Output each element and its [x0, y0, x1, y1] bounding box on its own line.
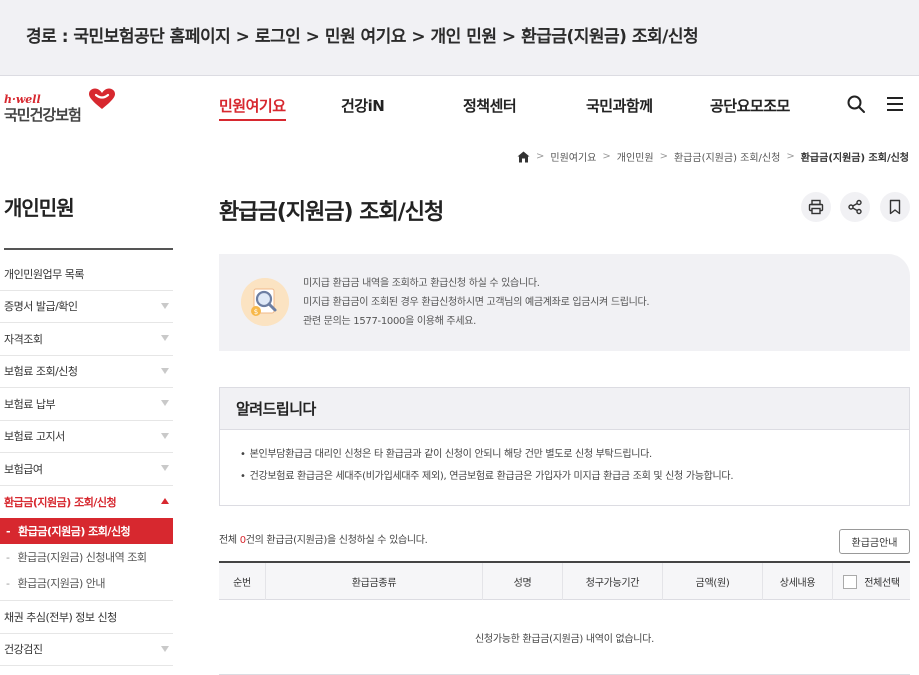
share-icon	[848, 199, 862, 215]
chevron-down-icon	[161, 335, 169, 341]
logo-name: 국민건강보험	[4, 106, 82, 124]
refund-guide-button[interactable]: 환급금안내	[839, 529, 910, 554]
breadcrumb-current: 환급금(지원금) 조회/신청	[800, 153, 909, 164]
info-line: 미지급 환급금이 조회된 경우 환급신청하시면 고객님의 예금계좌로 입금시켜 …	[303, 297, 650, 308]
breadcrumb-separator: >	[535, 151, 545, 162]
print-icon	[808, 199, 824, 215]
table-empty-message: 신청가능한 환급금(지원금) 내역이 없습니다.	[219, 600, 910, 675]
search-icon[interactable]	[846, 94, 866, 114]
notice-body: 본인부담환급금 대리인 신청은 타 환급금과 같이 신청이 안되니 해당 건만 …	[220, 430, 909, 488]
sidebar-item-list[interactable]: 개인민원업무 목록	[0, 258, 173, 291]
sidebar-item-health-checkup[interactable]: 건강검진	[0, 634, 173, 666]
sidebar-divider	[4, 248, 173, 250]
bookmark-icon	[889, 199, 901, 215]
bookmark-button[interactable]	[880, 192, 910, 222]
breadcrumb-separator: >	[659, 151, 668, 162]
sidebar-item-certificate[interactable]: 증명서 발급/확인	[0, 291, 173, 323]
breadcrumb: > 민원여기요 > 개인민원 > 환급금(지원금) 조회/신청 > 환급금(지원…	[517, 149, 909, 164]
chevron-down-icon	[161, 400, 169, 406]
sidebar-menu: 개인민원업무 목록 증명서 발급/확인 자격조회 보험료 조회/신청 보험료 납…	[0, 258, 173, 666]
sidebar-item-label: 채권 추심(전부) 정보 신청	[4, 610, 117, 624]
sidebar-item-premium-inquiry[interactable]: 보험료 조회/신청	[0, 356, 173, 388]
sidebar-item-debt-collection[interactable]: 채권 추심(전부) 정보 신청	[0, 601, 173, 634]
column-header-no: 순번	[233, 578, 251, 589]
gnb-item-minwon[interactable]: 민원여기요	[219, 95, 286, 121]
chevron-up-icon	[161, 497, 169, 504]
sidebar-item-benefit[interactable]: 보험급여	[0, 453, 173, 486]
gnb-item-together[interactable]: 국민과함께	[586, 95, 653, 116]
notice-title: 알려드립니다	[220, 388, 909, 430]
submenu-item-refund-guide[interactable]: 환급금(지원금) 안내	[0, 570, 173, 596]
sidebar-title: 개인민원	[4, 196, 75, 220]
sidebar-item-qualification[interactable]: 자격조회	[0, 323, 173, 356]
column-header-name: 성명	[482, 563, 562, 600]
sidebar-item-label: 자격조회	[4, 332, 43, 346]
column-header-select-all[interactable]: 전체선택	[832, 563, 910, 600]
select-all-checkbox[interactable]	[843, 574, 858, 589]
sidebar-item-label: 증명서 발급/확인	[4, 300, 78, 314]
hamburger-menu-icon[interactable]	[885, 94, 905, 114]
path-banner: 경로 : 국민보험공단 홈페이지 > 로그인 > 민원 여기요 > 개인 민원 …	[0, 0, 919, 76]
sidebar-submenu: 환급금(지원금) 조회/신청 환급금(지원금) 신청내역 조회 환급금(지원금)…	[0, 518, 173, 601]
chevron-down-icon	[161, 432, 169, 439]
breadcrumb-separator: >	[786, 151, 795, 162]
sidebar-item-label: 보험료 납부	[4, 397, 56, 411]
breadcrumb-item[interactable]: 개인민원	[617, 149, 654, 164]
sidebar-item-premium-bill[interactable]: 보험료 고지서	[0, 421, 173, 453]
info-text: 미지급 환급금 내역을 조회하고 환급신청 하실 수 있습니다. 미지급 환급금…	[303, 274, 650, 331]
breadcrumb-item[interactable]: 민원여기요	[550, 149, 596, 164]
breadcrumb-item[interactable]: 환급금(지원금) 조회/신청	[674, 149, 780, 164]
refund-table: 순번 환급금종류 성명 청구가능기간 금액(원) 상세내용 전체선택 신청가능한…	[219, 561, 910, 675]
info-line: 관련 문의는 1577-1000을 이용해 주세요.	[303, 316, 477, 327]
gnb-item-health-in[interactable]: 건강iN	[341, 95, 385, 116]
chevron-down-icon	[161, 302, 169, 309]
table-header: 순번 환급금종류 성명 청구가능기간 금액(원) 상세내용 전체선택	[219, 563, 910, 600]
sidebar-item-label: 개인민원업무 목록	[4, 267, 84, 281]
nhis-logo[interactable]: h·well 국민건강보험	[4, 88, 124, 128]
heart-logo-icon	[89, 88, 115, 109]
column-header-detail: 상세내용	[762, 563, 832, 600]
sidebar-item-label: 보험료 고지서	[4, 430, 65, 444]
info-box: $ 미지급 환급금 내역을 조회하고 환급신청 하실 수 있습니다. 미지급 환…	[219, 254, 910, 351]
page-title: 환급금(지원금) 조회/신청	[219, 200, 444, 225]
breadcrumb-separator: >	[602, 151, 611, 162]
info-line: 미지급 환급금 내역을 조회하고 환급신청 하실 수 있습니다.	[303, 278, 540, 289]
column-header-amount: 금액(원)	[662, 563, 762, 600]
gnb-item-policy[interactable]: 정책센터	[463, 95, 517, 116]
sidebar-item-label: 보험료 조회/신청	[4, 365, 78, 379]
count-prefix: 전체	[219, 535, 240, 546]
chevron-down-icon	[161, 367, 169, 374]
sidebar-item-premium-payment[interactable]: 보험료 납부	[0, 388, 173, 421]
chevron-down-icon	[161, 645, 169, 652]
sidebar-item-label: 환급금(지원금) 조회/신청	[4, 495, 117, 509]
magnifier-coin-icon: $	[241, 278, 289, 326]
column-header-period: 청구가능기간	[562, 563, 662, 600]
submenu-item-refund-inquiry[interactable]: 환급금(지원금) 조회/신청	[0, 518, 173, 544]
path-text: 경로 : 국민보험공단 홈페이지 > 로그인 > 민원 여기요 > 개인 민원 …	[26, 27, 699, 47]
result-count: 전체 0건의 환급금(지원금)을 신청하실 수 있습니다.	[219, 531, 428, 546]
notice-line: 본인부담환급금 대리인 신청은 타 환급금과 같이 신청이 안되니 해당 건만 …	[240, 444, 909, 466]
sidebar-item-label: 건강검진	[4, 643, 43, 657]
notice-line: 건강보험료 환급금은 세대주(비가입세대주 제외), 연금보험료 환급금은 가입…	[240, 466, 909, 488]
chevron-down-icon	[161, 465, 169, 471]
column-header-type: 환급금종류	[265, 563, 482, 600]
share-button[interactable]	[840, 192, 870, 222]
select-all-label: 전체선택	[864, 578, 900, 589]
count-suffix: 건의 환급금(지원금)을 신청하실 수 있습니다.	[245, 535, 428, 546]
gnb-item-about[interactable]: 공단요모조모	[710, 95, 790, 116]
submenu-item-refund-history[interactable]: 환급금(지원금) 신청내역 조회	[0, 544, 173, 570]
notice-box: 알려드립니다 본인부담환급금 대리인 신청은 타 환급금과 같이 신청이 안되니…	[219, 387, 910, 506]
home-icon[interactable]	[517, 151, 530, 163]
svg-text:$: $	[254, 308, 258, 316]
print-button[interactable]	[801, 192, 831, 222]
sidebar-item-label: 보험급여	[4, 462, 43, 476]
sidebar-item-refund[interactable]: 환급금(지원금) 조회/신청	[0, 486, 173, 519]
